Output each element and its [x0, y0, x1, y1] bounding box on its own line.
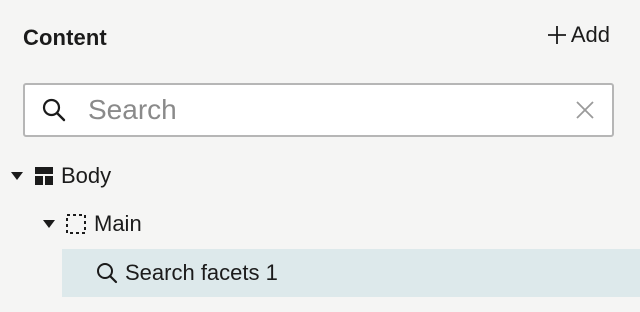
- add-button[interactable]: Add: [547, 22, 610, 48]
- search-input[interactable]: [67, 85, 574, 135]
- tree-item-label: Body: [61, 163, 112, 188]
- search-icon: [97, 263, 118, 284]
- add-button-label: Add: [570, 22, 610, 47]
- tree-item-main[interactable]: Main: [0, 200, 640, 248]
- tree-item-label: Search facets 1: [125, 260, 278, 285]
- tree-item-search-facets[interactable]: Search facets 1: [62, 249, 640, 297]
- search-icon: [42, 98, 66, 122]
- tree-item-label: Main: [94, 211, 142, 236]
- clear-icon[interactable]: [574, 99, 596, 121]
- plus-icon: [547, 26, 566, 44]
- layout-icon: [35, 167, 53, 185]
- search-box[interactable]: [23, 83, 614, 137]
- panel-title: Content: [23, 25, 107, 50]
- tree-item-body[interactable]: Body: [0, 152, 640, 200]
- caret-down-icon[interactable]: [42, 217, 56, 231]
- dashed-region-icon: [66, 214, 86, 234]
- content-panel: Content Add Body: [0, 0, 640, 312]
- caret-down-icon[interactable]: [10, 169, 24, 183]
